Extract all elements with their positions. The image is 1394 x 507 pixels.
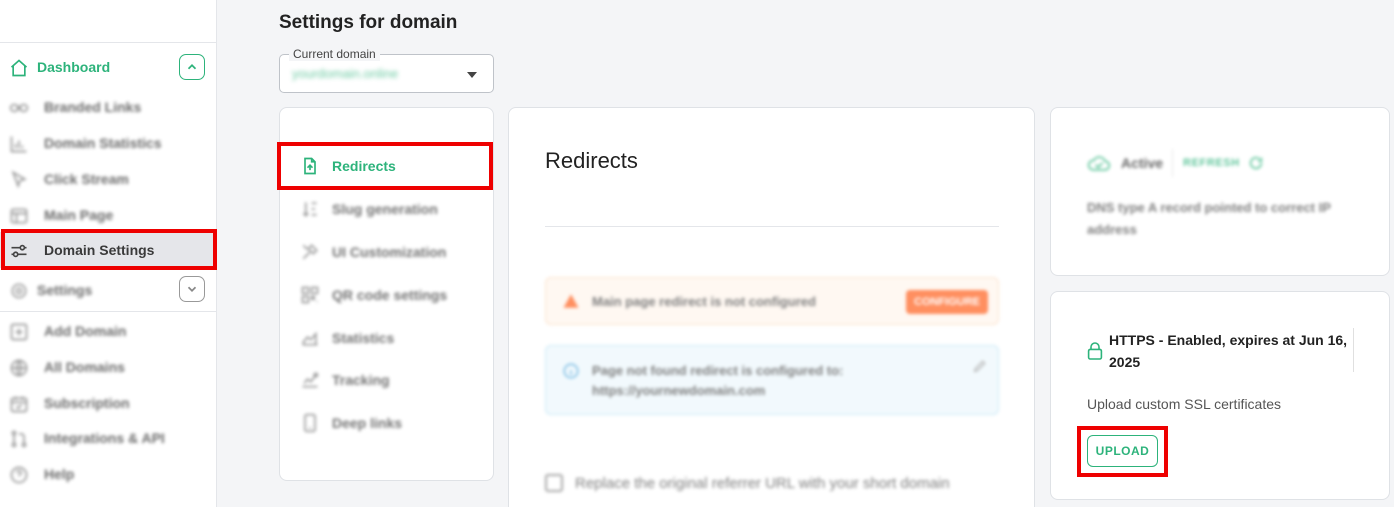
menu-item-label: UI Customization xyxy=(332,244,447,260)
dns-status-text: Active xyxy=(1121,155,1164,171)
dns-description: DNS type A record pointed to correct IP … xyxy=(1087,200,1331,237)
gear-icon xyxy=(11,283,27,299)
caret-down-icon xyxy=(467,72,477,78)
page-title: Settings for domain xyxy=(279,12,458,33)
sidebar-divider xyxy=(0,42,216,43)
sidebar-item-integrations[interactable]: Integrations & API xyxy=(0,420,216,456)
cursor-icon xyxy=(11,170,27,189)
tab-qr-code-settings[interactable]: QR code settings xyxy=(300,283,447,307)
ssl-card: HTTPS - Enabled, expires at Jun 16, 2025… xyxy=(1050,291,1390,500)
current-domain-label: Current domain xyxy=(289,47,380,61)
menu-item-label: Tracking xyxy=(332,372,390,388)
sidebar-item-domain-statistics[interactable]: Domain Statistics xyxy=(0,125,216,161)
smartphone-icon xyxy=(304,413,316,433)
warning-icon xyxy=(563,294,579,308)
sliders-icon xyxy=(11,244,27,258)
redirects-panel: Redirects Main page redirect is not conf… xyxy=(508,107,1035,507)
sidebar-item-domain-settings[interactable]: Domain Settings xyxy=(0,232,216,268)
lock-icon xyxy=(1087,342,1103,360)
sidebar-item-label: Help xyxy=(44,466,75,482)
layout-icon xyxy=(10,208,28,224)
tab-statistics[interactable]: Statistics xyxy=(300,326,394,350)
replace-referrer-label: Replace the original referrer URL with y… xyxy=(575,474,950,492)
cloud-check-icon xyxy=(1087,156,1111,171)
sidebar-item-label: Add Domain xyxy=(44,323,127,339)
replace-referrer-checkbox[interactable] xyxy=(545,474,563,492)
dns-status-row: Active REFRESH xyxy=(1087,149,1264,177)
calendar-icon xyxy=(10,396,28,413)
https-status-text: HTTPS - Enabled, expires at Jun 16, 2025 xyxy=(1109,332,1348,370)
chevron-down-icon xyxy=(187,286,197,292)
info-icon xyxy=(563,363,579,379)
tab-ui-customization[interactable]: UI Customization xyxy=(300,240,446,264)
sidebar: Dashboard Branded Links Domain Statistic… xyxy=(0,0,217,507)
sidebar-item-label: Branded Links xyxy=(44,99,142,115)
refresh-icon[interactable] xyxy=(1248,155,1264,171)
redirects-title: Redirects xyxy=(545,148,638,173)
plus-square-icon xyxy=(10,323,28,341)
warning-text: Main page redirect is not configured xyxy=(592,294,816,309)
info-text: Page not found redirect is configured to… xyxy=(592,363,844,398)
vertical-divider xyxy=(1353,328,1354,372)
area-chart-icon xyxy=(302,331,318,346)
sidebar-item-subscription[interactable]: Subscription xyxy=(0,385,216,421)
home-icon xyxy=(10,59,28,77)
chevron-up-icon xyxy=(187,64,197,70)
expand-settings-button[interactable] xyxy=(179,276,205,302)
settings-menu: Redirects Slug generation UI Customizati… xyxy=(279,107,494,481)
collapse-dashboard-button[interactable] xyxy=(179,54,205,80)
upload-button[interactable]: UPLOAD xyxy=(1087,435,1158,467)
sidebar-item-label: Subscription xyxy=(44,395,130,411)
tracking-icon xyxy=(302,372,319,388)
sidebar-item-branded-links[interactable]: Branded Links xyxy=(0,89,216,125)
menu-item-label: Slug generation xyxy=(332,201,438,217)
sidebar-item-label: Domain Settings xyxy=(44,242,155,258)
sidebar-item-all-domains[interactable]: All Domains xyxy=(0,349,216,385)
bar-chart-icon xyxy=(10,136,27,153)
current-domain-select[interactable]: Current domain yourdomain.online xyxy=(279,47,494,93)
file-upload-icon xyxy=(304,157,316,175)
sidebar-item-label: Main Page xyxy=(44,207,114,223)
sidebar-item-click-stream[interactable]: Click Stream xyxy=(0,161,216,197)
tab-tracking[interactable]: Tracking xyxy=(300,368,390,392)
tab-deep-links[interactable]: Deep links xyxy=(300,411,402,435)
refresh-button[interactable]: REFRESH xyxy=(1183,157,1240,169)
sidebar-item-label: Click Stream xyxy=(44,171,129,187)
main-page-warning: Main page redirect is not configured CON… xyxy=(545,277,999,325)
menu-item-label: QR code settings xyxy=(332,287,448,303)
menu-item-label: Deep links xyxy=(332,415,403,431)
tab-redirects[interactable]: Redirects xyxy=(300,154,396,178)
sidebar-item-label: Integrations & API xyxy=(44,430,165,446)
sort-icon xyxy=(302,202,317,217)
sidebar-divider xyxy=(0,311,216,312)
globe-icon xyxy=(10,359,28,377)
tab-slug-generation[interactable]: Slug generation xyxy=(300,197,438,221)
section-divider xyxy=(545,226,999,227)
current-domain-value: yourdomain.online xyxy=(292,66,399,81)
sidebar-item-add-domain[interactable]: Add Domain xyxy=(0,313,216,349)
not-found-redirect-info: Page not found redirect is configured to… xyxy=(545,345,999,415)
edit-pencil-icon[interactable] xyxy=(972,358,988,374)
sidebar-item-label: All Domains xyxy=(44,359,125,375)
menu-item-label: Redirects xyxy=(332,158,396,174)
configure-button[interactable]: CONFIGURE xyxy=(906,290,988,314)
sidebar-item-label: Dashboard xyxy=(37,59,111,75)
link-icon xyxy=(9,103,29,113)
replace-referrer-option[interactable]: Replace the original referrer URL with y… xyxy=(545,474,950,492)
help-circle-icon xyxy=(10,466,28,484)
qr-code-icon xyxy=(301,286,319,304)
sidebar-item-help[interactable]: Help xyxy=(0,456,216,492)
upload-ssl-label: Upload custom SSL certificates xyxy=(1087,396,1282,412)
sidebar-item-dashboard[interactable]: Dashboard xyxy=(0,49,216,85)
tools-icon xyxy=(302,244,318,260)
sidebar-item-label: Domain Statistics xyxy=(44,135,162,151)
vertical-divider xyxy=(1172,149,1174,177)
sidebar-item-label: Settings xyxy=(37,282,93,298)
sidebar-item-main-page[interactable]: Main Page xyxy=(0,197,216,233)
git-pull-icon xyxy=(11,430,27,448)
dns-status-card: Active REFRESH DNS type A record pointed… xyxy=(1050,107,1390,276)
menu-item-label: Statistics xyxy=(332,330,395,346)
